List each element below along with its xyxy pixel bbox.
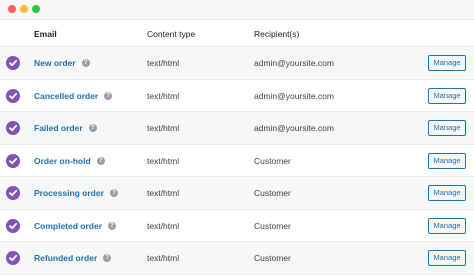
column-header-email: Email xyxy=(34,29,57,39)
check-circle-icon xyxy=(6,218,20,233)
check-circle-icon xyxy=(6,88,20,103)
email-link-cancelled-order[interactable]: Cancelled order xyxy=(34,91,98,101)
column-header-content-type: Content type xyxy=(147,29,196,39)
table-row: New order? text/html admin@yoursite.com … xyxy=(0,47,474,80)
content-type-cell: text/html xyxy=(147,155,180,166)
help-question-icon[interactable]: ? xyxy=(104,91,113,100)
check-circle-icon xyxy=(6,56,20,70)
check-circle-icon xyxy=(6,153,20,168)
recipients-cell: Customer xyxy=(254,155,291,166)
recipients-cell: Customer xyxy=(254,220,291,231)
manage-button[interactable]: Manage xyxy=(428,152,466,169)
maximize-window-dot-icon[interactable] xyxy=(32,5,40,13)
close-window-dot-icon[interactable] xyxy=(8,5,16,13)
content-type-cell: text/html xyxy=(147,220,180,231)
manage-button[interactable]: Manage xyxy=(428,217,466,234)
manage-button[interactable]: Manage xyxy=(428,120,466,136)
table-row: Failed order? text/html admin@yoursite.c… xyxy=(0,112,474,145)
help-question-icon[interactable]: ? xyxy=(103,254,112,262)
table-row: Cancelled order? text/html admin@yoursit… xyxy=(0,79,474,112)
email-link-order-on-hold[interactable]: Order on-hold xyxy=(34,156,91,166)
email-link-failed-order[interactable]: Failed order xyxy=(34,123,83,133)
window-titlebar xyxy=(0,0,474,20)
manage-button[interactable]: Manage xyxy=(428,185,466,201)
email-link-completed-order[interactable]: Completed order xyxy=(34,221,102,231)
check-circle-icon xyxy=(6,186,20,200)
email-notifications-table: Email Content type Recipient(s) New orde… xyxy=(0,20,474,275)
content-type-cell: text/html xyxy=(147,90,180,101)
email-link-new-order[interactable]: New order xyxy=(34,58,76,68)
column-header-recipients: Recipient(s) xyxy=(254,29,300,39)
content-type-cell: text/html xyxy=(147,253,180,263)
email-link-processing-order[interactable]: Processing order xyxy=(34,188,104,198)
check-circle-icon xyxy=(6,251,20,265)
table-header: Email Content type Recipient(s) xyxy=(0,20,474,47)
manage-button[interactable]: Manage xyxy=(428,87,466,104)
content-type-cell: text/html xyxy=(147,188,180,198)
table-row: Completed order? text/html Customer Mana… xyxy=(0,209,474,242)
email-link-refunded-order[interactable]: Refunded order xyxy=(34,253,97,263)
check-circle-icon xyxy=(6,121,20,135)
recipients-cell: Customer xyxy=(254,188,291,198)
recipients-cell: admin@yoursite.com xyxy=(254,90,334,101)
help-question-icon[interactable]: ? xyxy=(88,124,97,132)
recipients-cell: admin@yoursite.com xyxy=(254,58,334,68)
help-question-icon[interactable]: ? xyxy=(81,59,90,67)
manage-button[interactable]: Manage xyxy=(428,250,466,266)
content-type-cell: text/html xyxy=(147,58,180,68)
table-row: Processing order? text/html Customer Man… xyxy=(0,177,474,210)
table-row: Refunded order? text/html Customer Manag… xyxy=(0,242,474,275)
help-question-icon[interactable]: ? xyxy=(109,189,118,197)
minimize-window-dot-icon[interactable] xyxy=(20,5,28,13)
help-question-icon[interactable]: ? xyxy=(96,156,105,165)
recipients-cell: Customer xyxy=(254,253,291,263)
help-question-icon[interactable]: ? xyxy=(108,221,117,230)
table-row: Order on-hold? text/html Customer Manage xyxy=(0,144,474,177)
manage-button[interactable]: Manage xyxy=(428,55,466,71)
content-type-cell: text/html xyxy=(147,123,180,133)
recipients-cell: admin@yoursite.com xyxy=(254,123,334,133)
